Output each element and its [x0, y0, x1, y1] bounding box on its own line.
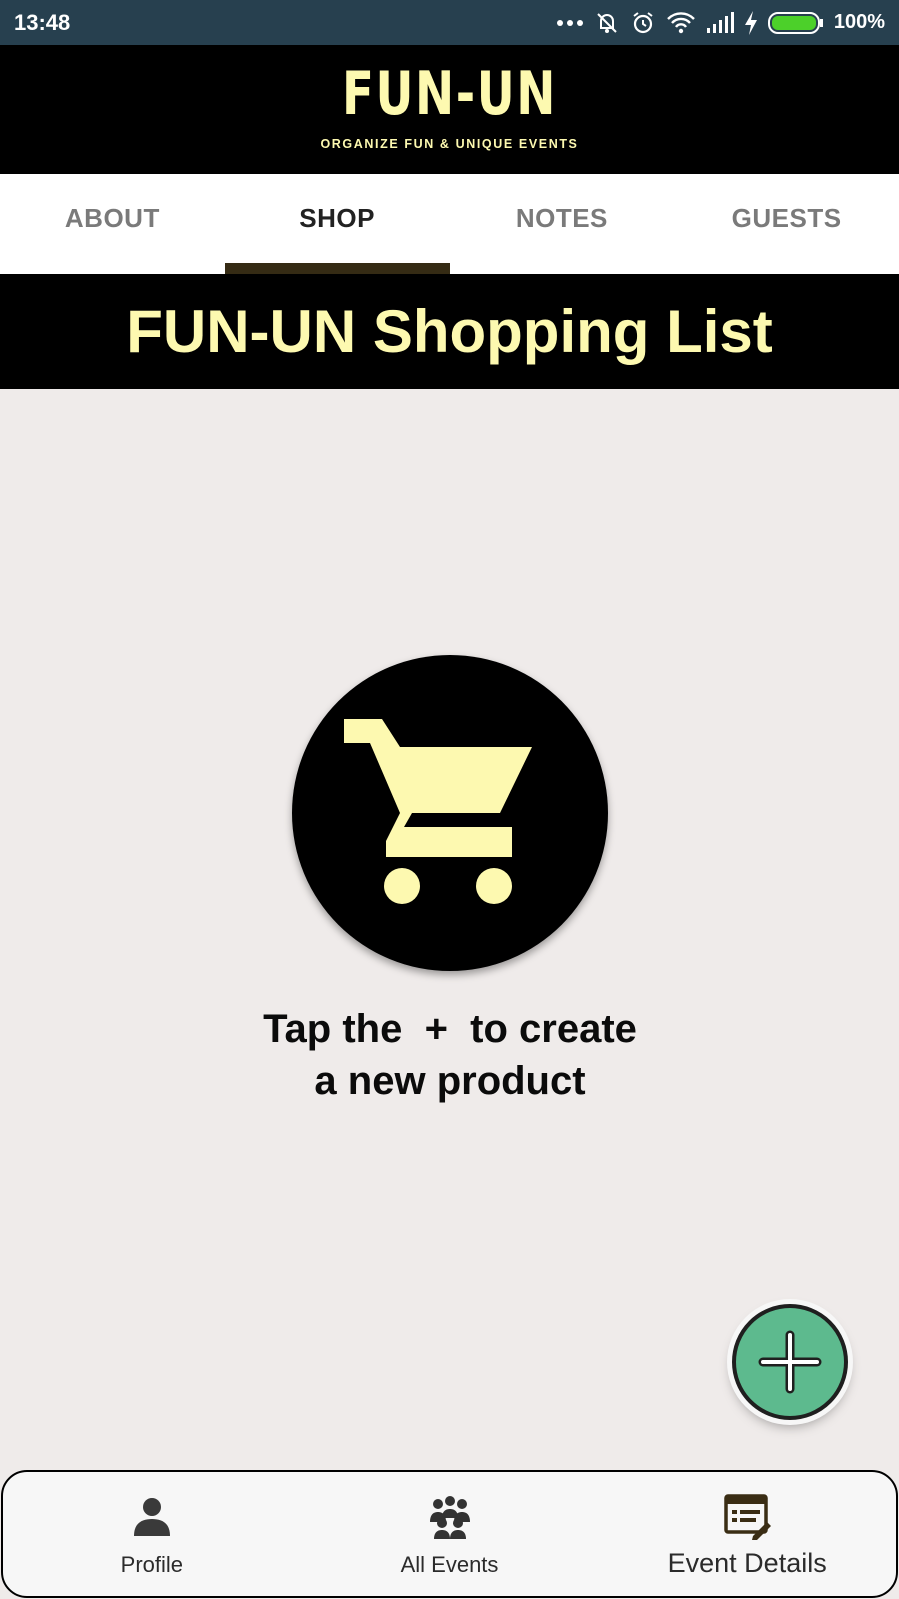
app-header: FUN-UN ORGANIZE FUN & UNIQUE EVENTS	[0, 45, 899, 174]
tab-guests[interactable]: GUESTS	[674, 174, 899, 274]
people-group-icon	[429, 1496, 470, 1539]
nav-label: All Events	[400, 1552, 499, 1577]
nav-event-details[interactable]: Event Details	[598, 1472, 896, 1596]
shopping-cart-icon	[344, 719, 532, 904]
active-tab-indicator	[224, 263, 450, 274]
tab-shop[interactable]: SHOP	[224, 174, 450, 274]
empty-state-line-2: a new product	[314, 1059, 586, 1103]
battery-icon	[767, 11, 824, 35]
logo-title: FUN-UN	[341, 59, 558, 129]
wifi-icon	[666, 11, 696, 35]
tab-label: GUESTS	[731, 202, 842, 233]
more-dots-icon	[556, 18, 584, 28]
tab-notes[interactable]: NOTES	[450, 174, 675, 274]
tab-label: ABOUT	[64, 202, 160, 233]
nav-all-events[interactable]: All Events	[301, 1472, 599, 1596]
person-icon	[133, 1498, 170, 1536]
signal-icon	[706, 11, 734, 34]
nav-profile[interactable]: Profile	[3, 1472, 301, 1596]
status-icons: 100%	[556, 10, 885, 36]
alarm-icon	[630, 10, 656, 36]
page-title: FUN-UN Shopping List	[0, 274, 899, 389]
empty-state-message: Tap the + to create a new product	[200, 1003, 700, 1107]
event-details-icon	[724, 1494, 772, 1540]
tab-about[interactable]: ABOUT	[0, 174, 225, 274]
nav-label: Profile	[120, 1552, 184, 1577]
status-time: 13:48	[14, 9, 71, 35]
tab-label: NOTES	[515, 202, 608, 233]
empty-state-line-1: Tap the + to create	[263, 1007, 637, 1051]
tab-bar: ABOUT SHOP NOTES GUESTS	[0, 174, 899, 274]
logo-tagline: ORGANIZE FUN & UNIQUE EVENTS	[320, 137, 579, 151]
status-bar: 13:48 100%	[0, 0, 899, 45]
empty-state-icon-circle	[292, 655, 608, 971]
plus-icon	[758, 1330, 822, 1394]
battery-percent: 100%	[833, 11, 885, 33]
bell-off-icon	[594, 10, 620, 36]
add-product-button[interactable]	[732, 1304, 848, 1420]
bottom-navigation: Profile All Events Event Details	[1, 1470, 898, 1598]
nav-label: Event Details	[667, 1548, 827, 1578]
charging-icon	[744, 10, 758, 35]
tab-label: SHOP	[299, 202, 375, 233]
